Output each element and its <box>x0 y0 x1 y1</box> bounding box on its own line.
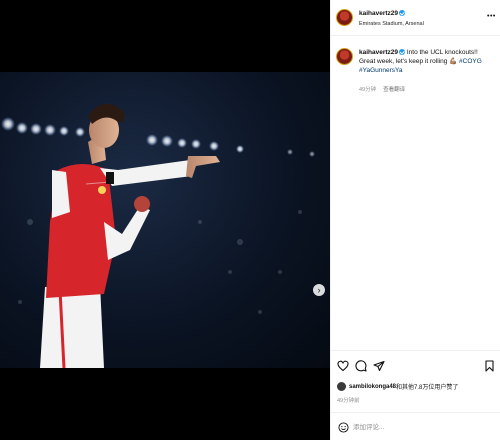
hashtag-link[interactable]: #COYG <box>459 58 482 65</box>
liker-username[interactable]: sambilokonga48 <box>349 384 396 390</box>
floodlights <box>1 117 315 157</box>
see-translation-link[interactable]: 查看翻译 <box>383 87 405 93</box>
caption-meta: 49分钟 查看翻译 <box>359 85 405 93</box>
post-side-panel: kaihavertz29 Emirates Stadium, Arsenal •… <box>330 0 500 440</box>
instagram-post-modal: › kaihavertz29 Emirates Stadium, Arsenal… <box>0 0 500 440</box>
post-timestamp: 49分钟前 <box>337 398 360 404</box>
comment-composer <box>331 412 500 440</box>
heart-icon[interactable] <box>337 360 349 372</box>
post-actions-bar <box>331 350 500 378</box>
more-options-icon[interactable]: ••• <box>487 13 496 20</box>
author-username-row: kaihavertz29 <box>359 10 406 17</box>
emoji-icon[interactable] <box>338 422 349 433</box>
caption-time: 49分钟 <box>359 87 377 93</box>
caption-username[interactable]: kaihavertz29 <box>359 49 398 56</box>
likes-summary: sambilokonga48 和其他7.8万位用户赞了 <box>337 382 458 391</box>
share-icon[interactable] <box>373 360 385 372</box>
post-photo[interactable]: › <box>0 72 330 368</box>
verified-badge-icon <box>399 10 406 17</box>
hashtag-link[interactable]: #YaGunnersYa <box>359 67 402 74</box>
comment-icon[interactable] <box>355 360 367 372</box>
media-pane: › <box>0 0 330 440</box>
liker-avatar[interactable] <box>337 382 346 391</box>
post-caption: kaihavertz29 Into the UCL knockouts!! Gr… <box>359 48 495 75</box>
stadium-photo-illustration <box>1 103 315 368</box>
likes-text[interactable]: 和其他7.8万位用户赞了 <box>396 382 458 391</box>
caption-author-avatar[interactable] <box>336 48 353 65</box>
author-username[interactable]: kaihavertz29 <box>359 10 398 17</box>
author-avatar[interactable] <box>336 9 353 26</box>
post-header: kaihavertz29 Emirates Stadium, Arsenal •… <box>331 0 500 36</box>
carousel-next-button[interactable]: › <box>313 284 325 296</box>
post-location[interactable]: Emirates Stadium, Arsenal <box>359 21 424 27</box>
comment-input[interactable] <box>353 421 473 433</box>
verified-badge-icon <box>399 49 406 56</box>
bookmark-icon[interactable] <box>484 360 495 372</box>
